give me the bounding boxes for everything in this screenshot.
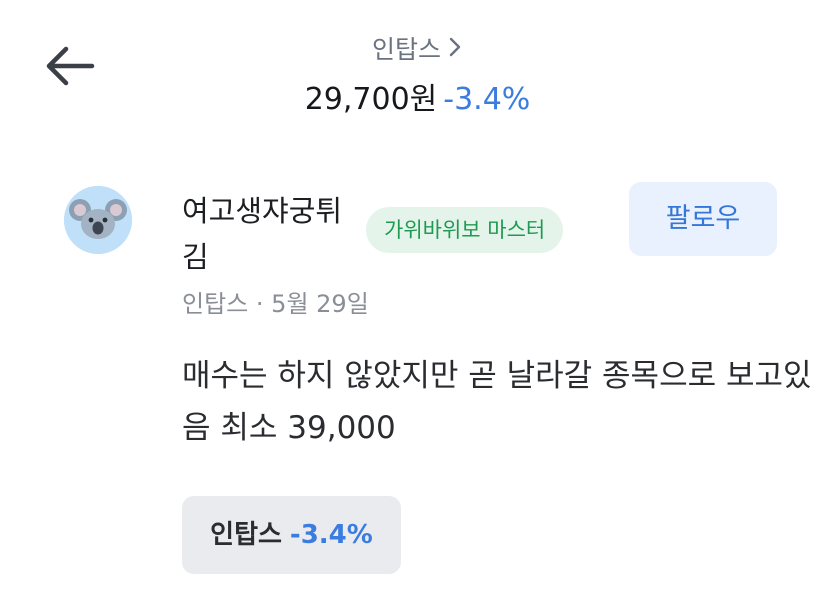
post-date: 5월 29일 bbox=[271, 290, 369, 318]
post-meta: 인탑스 · 5월 29일 bbox=[182, 284, 369, 319]
avatar[interactable] bbox=[64, 186, 132, 254]
chevron-right-icon bbox=[447, 35, 463, 64]
meta-separator: · bbox=[255, 290, 264, 318]
stock-title-link[interactable]: 인탑스 bbox=[0, 30, 835, 66]
koala-icon bbox=[64, 186, 132, 254]
stock-title: 인탑스 bbox=[371, 35, 441, 64]
chip-stock-name: 인탑스 bbox=[210, 520, 282, 550]
stock-chip[interactable]: 인탑스 -3.4% bbox=[182, 496, 401, 574]
price-row: 29,700원 -3.4% bbox=[0, 74, 835, 118]
user-badge: 가위바위보 마스터 bbox=[366, 207, 564, 253]
price-change: -3.4% bbox=[443, 82, 531, 117]
follow-button[interactable]: 팔로우 bbox=[629, 182, 777, 256]
post-content: 매수는 하지 않았지만 곧 날라갈 종목으로 보고있음 최소 39,000 bbox=[182, 358, 812, 446]
chip-change: -3.4% bbox=[289, 520, 373, 550]
author-name[interactable]: 여고생쟈궁튀김 bbox=[182, 188, 360, 280]
stock-price: 29,700원 bbox=[304, 82, 438, 117]
post-stock: 인탑스 bbox=[182, 290, 249, 318]
